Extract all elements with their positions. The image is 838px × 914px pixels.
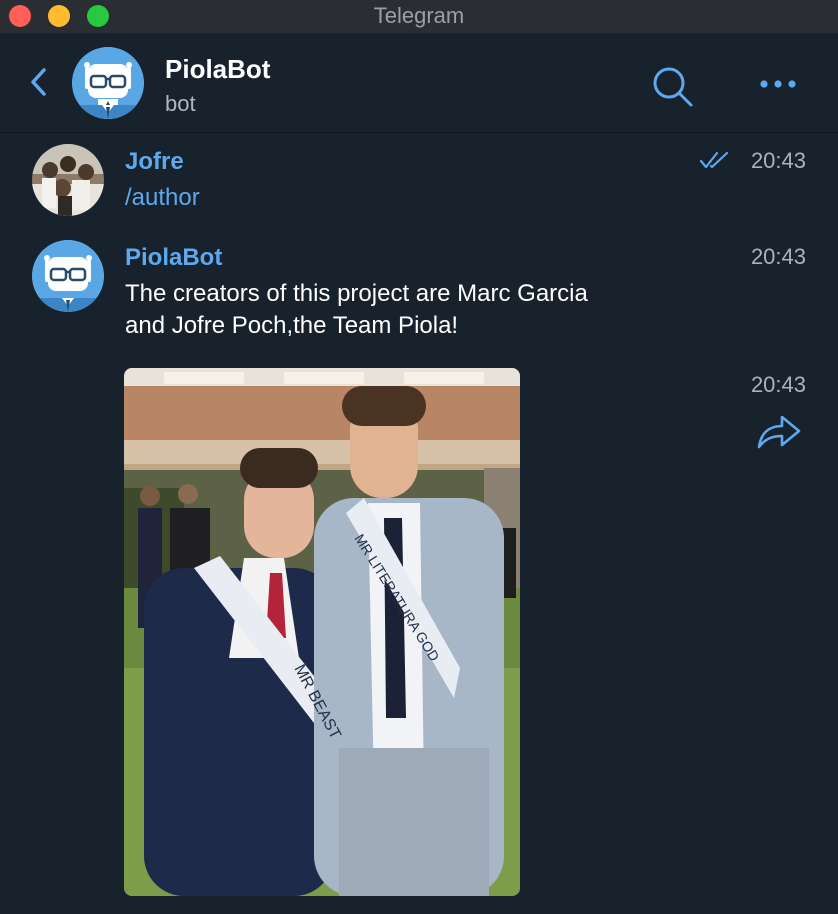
message-line: and Jofre Poch,the Team Piola! [125, 312, 459, 339]
message-text: The creators of this project are Marc Ga… [125, 278, 588, 342]
photo-image: MR BEAST MR LITERATURA GOD [124, 368, 520, 896]
share-icon[interactable] [755, 411, 803, 451]
message-line: The creators of this project are Marc Ga… [125, 280, 588, 307]
message-time: 20:43 [750, 148, 806, 173]
bot-avatar[interactable] [72, 47, 144, 119]
search-icon[interactable] [650, 64, 696, 110]
bot-command-link[interactable]: /author [125, 184, 200, 211]
message-piolabot: PiolaBot The creators of this project ar… [0, 240, 838, 350]
chat-header: PiolaBot bot [0, 34, 838, 133]
chevron-left-icon[interactable] [24, 62, 54, 102]
sender-name[interactable]: Jofre [125, 148, 184, 176]
avatar[interactable] [32, 144, 104, 216]
more-icon[interactable] [758, 72, 798, 96]
user-photo-icon [32, 144, 104, 216]
message-text: /author [125, 182, 200, 214]
photo-attachment[interactable]: MR BEAST MR LITERATURA GOD [124, 368, 520, 896]
bot-avatar[interactable] [32, 240, 104, 312]
message-time: 20:43 [750, 372, 806, 397]
message-jofre: Jofre /author 20:43 [0, 144, 838, 224]
sender-name[interactable]: PiolaBot [125, 244, 222, 272]
double-check-icon [699, 151, 729, 169]
robot-icon [72, 47, 144, 119]
robot-icon [32, 240, 104, 312]
message-time: 20:43 [750, 244, 806, 269]
window-title: Telegram [373, 3, 465, 28]
chat-status: bot [165, 91, 196, 116]
window-titlebar: Telegram [0, 0, 838, 34]
chat-title[interactable]: PiolaBot [165, 54, 270, 85]
